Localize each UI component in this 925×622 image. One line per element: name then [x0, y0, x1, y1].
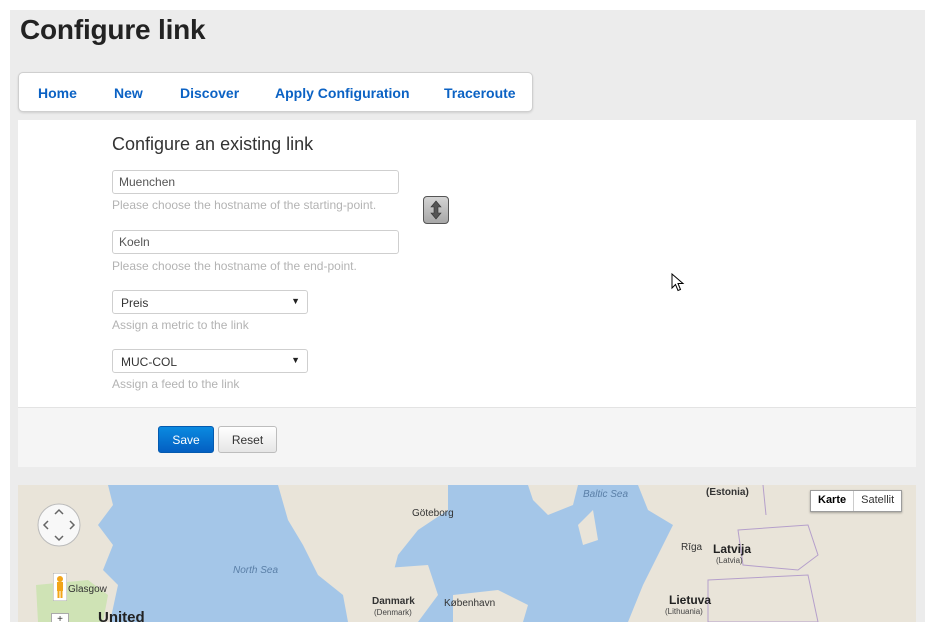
nav-traceroute[interactable]: Traceroute: [444, 85, 516, 101]
map-type-control: Karte Satellit: [810, 490, 903, 512]
map-label-lietuva: Lietuva: [669, 593, 712, 607]
chevron-down-icon: ▼: [291, 296, 300, 306]
end-hostname-input[interactable]: [112, 230, 399, 254]
chevron-down-icon: ▼: [291, 355, 300, 365]
plus-icon: +: [57, 614, 63, 622]
map-label-riga: Rīga: [681, 542, 703, 553]
map-type-satellite-button[interactable]: Satellit: [854, 491, 901, 511]
mouse-cursor-icon: [671, 273, 685, 292]
pegman-icon[interactable]: [53, 573, 67, 601]
map-label-denmark: (Denmark): [374, 608, 412, 617]
map-label-danmark: Danmark: [372, 596, 415, 607]
map-label-kobenhavn: København: [444, 598, 496, 609]
map-label-latvia: (Latvia): [716, 556, 743, 565]
feed-help: Assign a feed to the link: [112, 377, 240, 391]
nav-apply-configuration[interactable]: Apply Configuration: [275, 85, 410, 101]
nav-discover[interactable]: Discover: [180, 85, 239, 101]
nav-new[interactable]: New: [114, 85, 143, 101]
pan-control[interactable]: [36, 502, 82, 548]
map-view[interactable]: Baltic Sea (Estonia) Göteborg Rīga Latvi…: [18, 485, 916, 622]
nav-home[interactable]: Home: [38, 85, 77, 101]
end-hostname-help: Please choose the hostname of the end-po…: [112, 259, 357, 273]
metric-select-value: Preis: [121, 296, 149, 310]
swap-arrows-icon: [430, 200, 442, 220]
feed-select[interactable]: MUC-COL ▼: [112, 349, 308, 373]
map-label-estonia: (Estonia): [706, 487, 749, 498]
save-button[interactable]: Save: [158, 426, 214, 453]
metric-help: Assign a metric to the link: [112, 318, 249, 332]
main-navbar: Home New Discover Apply Configuration Tr…: [18, 72, 533, 112]
start-hostname-help: Please choose the hostname of the starti…: [112, 198, 377, 212]
form-actions: Save Reset: [18, 407, 916, 467]
swap-endpoints-button[interactable]: [423, 196, 449, 224]
start-hostname-input[interactable]: [112, 170, 399, 194]
map-type-map-button[interactable]: Karte: [811, 491, 855, 511]
feed-select-value: MUC-COL: [121, 355, 177, 369]
map-label-north-sea: North Sea: [233, 565, 279, 576]
configure-link-form: Configure an existing link Please choose…: [18, 120, 916, 407]
metric-select[interactable]: Preis ▼: [112, 290, 308, 314]
form-heading: Configure an existing link: [112, 134, 314, 154]
map-label-latvija: Latvija: [713, 542, 752, 556]
map-label-glasgow: Glasgow: [68, 584, 107, 595]
zoom-in-button[interactable]: +: [51, 613, 69, 622]
map-label-goteborg: Göteborg: [412, 508, 454, 519]
map-label-lithuania: (Lithuania): [665, 607, 703, 616]
reset-button[interactable]: Reset: [218, 426, 277, 453]
page-title: Configure link: [20, 14, 206, 45]
map-label-united: United: [98, 609, 145, 622]
map-label-baltic-sea: Baltic Sea: [583, 489, 629, 500]
